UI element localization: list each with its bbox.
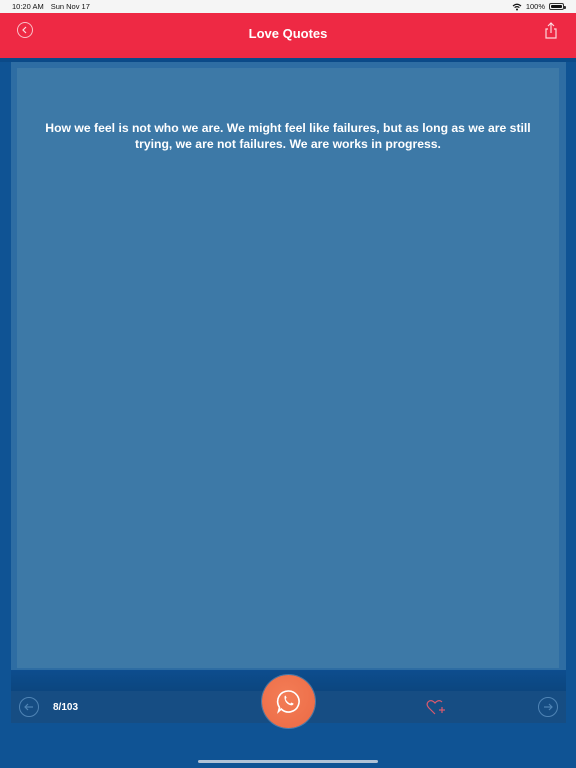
status-time: 10:20 AM — [12, 2, 44, 11]
status-left: 10:20 AM Sun Nov 17 — [12, 2, 90, 11]
previous-quote-button[interactable] — [19, 697, 39, 717]
battery-percent: 100% — [525, 2, 545, 11]
quote-card: How we feel is not who we are. We might … — [17, 68, 559, 668]
add-favorite-button[interactable] — [426, 698, 446, 716]
arrow-right-icon — [544, 703, 553, 711]
status-right: 100% — [512, 2, 566, 11]
share-icon — [545, 22, 557, 39]
page-counter: 8/103 — [53, 702, 79, 713]
battery-icon — [549, 3, 566, 10]
whatsapp-icon — [276, 690, 300, 714]
page-title: Love Quotes — [248, 26, 328, 41]
battery-fill — [551, 5, 562, 8]
quote-text: How we feel is not who we are. We might … — [45, 121, 531, 151]
home-indicator[interactable] — [198, 760, 378, 763]
share-button[interactable] — [544, 22, 558, 40]
status-date: Sun Nov 17 — [50, 2, 90, 11]
wifi-icon — [512, 3, 522, 10]
next-quote-button[interactable] — [538, 697, 558, 717]
arrow-left-icon — [24, 703, 33, 711]
status-bar: 10:20 AM Sun Nov 17 100% — [0, 0, 576, 13]
heart-plus-icon — [426, 700, 445, 715]
whatsapp-share-button[interactable] — [262, 675, 315, 728]
